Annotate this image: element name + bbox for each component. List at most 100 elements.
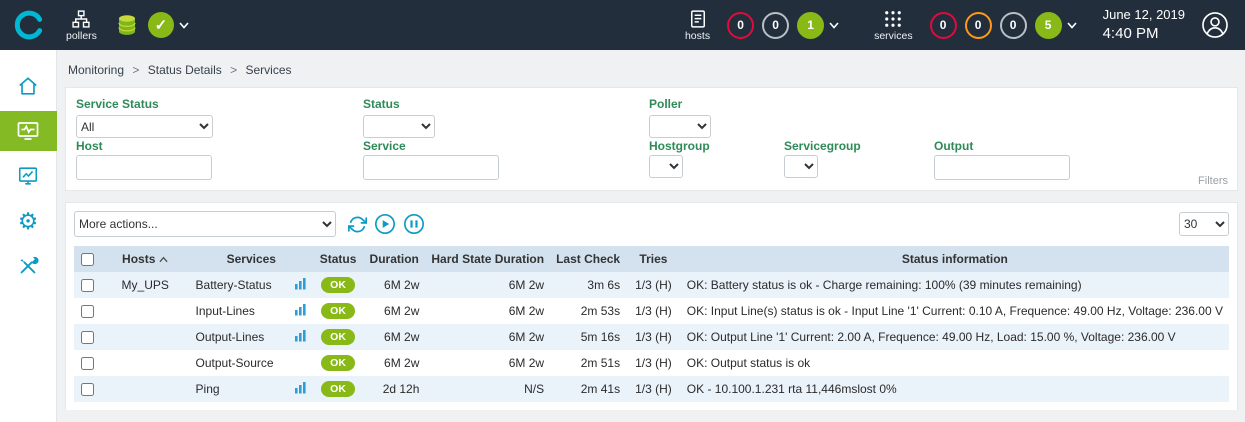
host-cell[interactable]: My_UPS [101, 272, 190, 298]
hostgroup-select[interactable] [649, 155, 683, 178]
last-check-cell: 5m 16s [550, 324, 626, 350]
host-cell[interactable] [101, 298, 190, 324]
row-checkbox[interactable] [81, 331, 94, 344]
table-row: Output-Lines OK 6M 2w 6M 2w 5m 16s 1/3 (… [74, 324, 1229, 350]
last-check-cell: 2m 51s [550, 350, 626, 376]
last-check-cell: 2m 53s [550, 298, 626, 324]
host-label: Host [76, 139, 103, 153]
tries-cell: 1/3 (H) [626, 376, 681, 402]
service-cell[interactable]: Battery-Status [190, 272, 289, 298]
chevron-down-icon[interactable] [179, 22, 189, 29]
hosts-down-counter[interactable]: 0 [727, 12, 754, 39]
services-unknown-counter[interactable]: 0 [1000, 12, 1027, 39]
graph-icon[interactable] [294, 329, 307, 342]
services-critical-counter[interactable]: 0 [930, 12, 957, 39]
actions-toolbar: More actions... [66, 203, 1237, 244]
clock: June 12, 2019 4:40 PM [1103, 7, 1185, 43]
table-row: Input-Lines OK 6M 2w 6M 2w 2m 53s 1/3 (H… [74, 298, 1229, 324]
pollers-menu[interactable]: pollers [66, 9, 97, 42]
sidebar-item-home[interactable] [0, 66, 57, 106]
play-button[interactable] [374, 213, 396, 235]
database-status[interactable] [115, 13, 139, 37]
row-checkbox[interactable] [81, 305, 94, 318]
graph-icon[interactable] [294, 277, 307, 290]
breadcrumb-services[interactable]: Services [245, 63, 291, 77]
service-status-label: Service Status [76, 97, 159, 111]
hard-state-duration-cell: 6M 2w [425, 350, 550, 376]
header-services[interactable]: Services [190, 246, 314, 272]
chevron-down-icon[interactable] [829, 22, 839, 29]
services-menu[interactable]: services [874, 9, 913, 42]
breadcrumb-status-details[interactable]: Status Details [148, 63, 222, 77]
row-checkbox[interactable] [81, 383, 94, 396]
more-actions-select[interactable]: More actions... [74, 211, 336, 237]
tries-cell: 1/3 (H) [626, 272, 681, 298]
service-cell[interactable]: Input-Lines [190, 298, 289, 324]
page-size-select[interactable]: 30 [1179, 212, 1229, 236]
centreon-c-icon [14, 10, 44, 40]
breadcrumb-monitoring[interactable]: Monitoring [68, 63, 124, 77]
host-input[interactable] [76, 155, 212, 180]
servicegroup-label: Servicegroup [784, 139, 861, 153]
pause-button[interactable] [403, 213, 425, 235]
hosts-icon [688, 9, 708, 29]
header-hard-state-duration[interactable]: Hard State Duration [425, 246, 550, 272]
poller-select[interactable] [649, 115, 711, 138]
servicegroup-select[interactable] [784, 155, 818, 178]
header-hosts[interactable]: Hosts [101, 246, 190, 272]
chevron-down-icon[interactable] [1067, 22, 1077, 29]
sort-asc-icon [159, 256, 168, 263]
host-cell[interactable] [101, 324, 190, 350]
platform-status-menu[interactable]: ✓ [148, 12, 189, 38]
status-select[interactable] [363, 115, 435, 138]
centreon-logo[interactable] [0, 0, 57, 50]
service-status-select[interactable]: All [76, 115, 213, 138]
database-icon [115, 13, 139, 37]
sidebar-item-administration[interactable] [0, 246, 57, 286]
graph-icon[interactable] [294, 303, 307, 316]
user-menu[interactable] [1201, 11, 1229, 39]
hard-state-duration-cell: N/S [425, 376, 550, 402]
hosts-up-counter[interactable]: 1 [797, 12, 824, 39]
header-duration[interactable]: Duration [363, 246, 425, 272]
sidebar-item-reporting[interactable] [0, 156, 57, 196]
breadcrumb-separator: > [132, 63, 139, 77]
output-label: Output [934, 139, 973, 153]
service-label: Service [363, 139, 406, 153]
service-cell[interactable]: Output-Source [190, 350, 289, 376]
select-all-checkbox[interactable] [81, 253, 94, 266]
tries-cell: 1/3 (H) [626, 324, 681, 350]
host-cell[interactable] [101, 376, 190, 402]
last-check-cell: 3m 6s [550, 272, 626, 298]
current-date: June 12, 2019 [1103, 7, 1185, 24]
services-table: Hosts Services Status Duration Hard Stat… [74, 246, 1229, 402]
duration-cell: 2d 12h [363, 376, 425, 402]
status-information-cell: OK: Output Line '1' Current: 2.00 A, Fre… [681, 324, 1229, 350]
host-cell[interactable] [101, 350, 190, 376]
service-input[interactable] [363, 155, 499, 180]
refresh-button[interactable] [348, 215, 367, 234]
row-checkbox[interactable] [81, 357, 94, 370]
last-check-cell: 2m 41s [550, 376, 626, 402]
main-content: Monitoring > Status Details > Services S… [58, 50, 1245, 422]
header-last-check[interactable]: Last Check [550, 246, 626, 272]
sidebar-item-monitoring[interactable] [0, 111, 57, 151]
header-status[interactable]: Status [313, 246, 363, 272]
select-all-cell [74, 246, 101, 272]
services-ok-counter[interactable]: 5 [1035, 12, 1062, 39]
user-avatar-icon [1201, 11, 1229, 39]
graph-icon[interactable] [294, 381, 307, 394]
service-cell[interactable]: Ping [190, 376, 289, 402]
hosts-menu[interactable]: hosts [685, 9, 710, 42]
row-checkbox[interactable] [81, 279, 94, 292]
service-cell[interactable]: Output-Lines [190, 324, 289, 350]
services-warning-counter[interactable]: 0 [965, 12, 992, 39]
output-input[interactable] [934, 155, 1070, 180]
hosts-unreachable-counter[interactable]: 0 [762, 12, 789, 39]
breadcrumb: Monitoring > Status Details > Services [58, 50, 1245, 87]
services-status-cluster: services 0 0 0 5 [865, 9, 1077, 42]
header-tries[interactable]: Tries [626, 246, 681, 272]
table-row: Output-Source OK 6M 2w 6M 2w 2m 51s 1/3 … [74, 350, 1229, 376]
sidebar-item-configuration[interactable]: ⚙ [0, 201, 57, 241]
header-status-information[interactable]: Status information [681, 246, 1229, 272]
